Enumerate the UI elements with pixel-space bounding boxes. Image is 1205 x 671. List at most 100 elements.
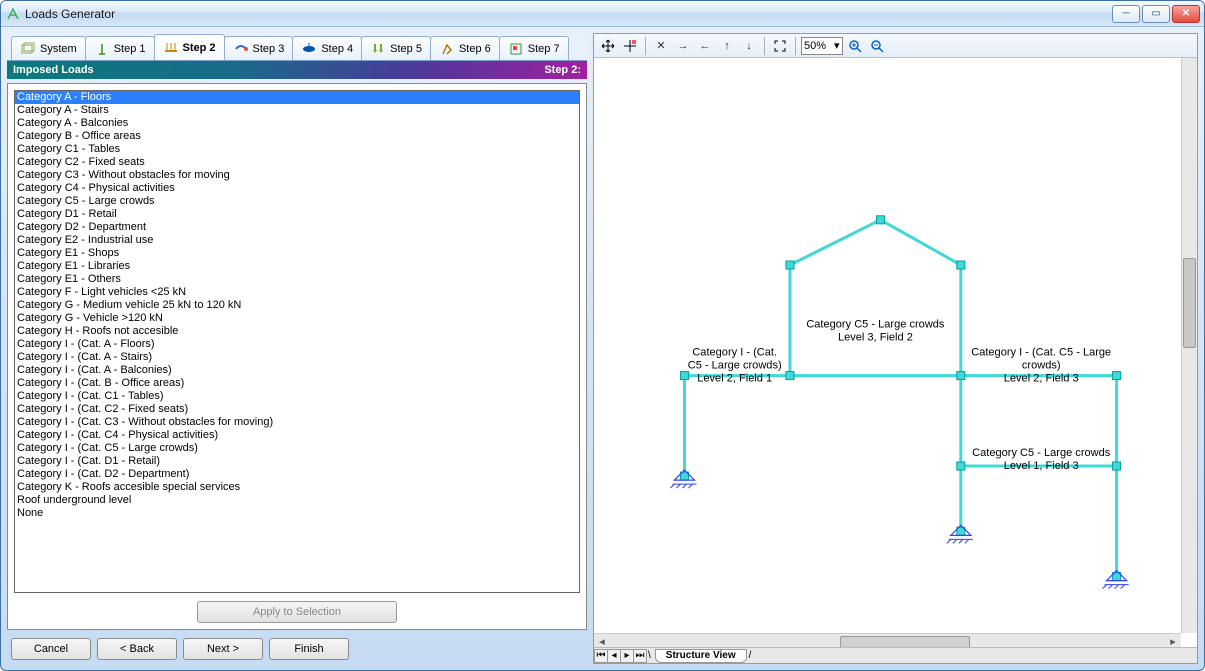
tab-system[interactable]: System [11, 36, 86, 60]
step1-icon [94, 41, 110, 57]
step7-icon [508, 41, 524, 57]
close-button[interactable]: ✕ [1172, 5, 1200, 23]
finish-button[interactable]: Finish [269, 638, 349, 660]
category-item[interactable]: Category C3 - Without obstacles for movi… [15, 169, 579, 182]
listbox-container: Category A - FloorsCategory A - StairsCa… [7, 83, 587, 630]
category-item[interactable]: Category C1 - Tables [15, 143, 579, 156]
category-item[interactable]: Category A - Stairs [15, 104, 579, 117]
tab-label: Step 6 [459, 43, 491, 55]
category-item[interactable]: Category D1 - Retail [15, 208, 579, 221]
category-item[interactable]: Category I - (Cat. C3 - Without obstacle… [15, 416, 579, 429]
tab-step-6[interactable]: Step 6 [430, 36, 500, 60]
delete-icon[interactable]: ✕ [651, 36, 671, 56]
label-l2f3-line3: Level 2, Field 3 [1004, 373, 1079, 385]
category-item[interactable]: Category G - Medium vehicle 25 kN to 120… [15, 299, 579, 312]
back-label: < Back [120, 643, 154, 655]
category-item[interactable]: Category I - (Cat. A - Floors) [15, 338, 579, 351]
panel-step: Step 2: [544, 64, 581, 76]
system-icon [20, 41, 36, 57]
category-item[interactable]: Roof underground level [15, 494, 579, 507]
category-item[interactable]: Category A - Floors [15, 91, 579, 104]
label-l2f3-line2: crowds) [1022, 360, 1061, 372]
next-label: Next > [207, 643, 239, 655]
sheet-tab-structure-view[interactable]: Structure View [655, 649, 747, 663]
label-l3f2-line2: Level 3, Field 2 [838, 331, 913, 343]
category-item[interactable]: Category E1 - Shops [15, 247, 579, 260]
apply-to-selection-button[interactable]: Apply to Selection [197, 601, 397, 623]
category-item[interactable]: Category I - (Cat. B - Office areas) [15, 377, 579, 390]
zoom-out-icon[interactable] [867, 36, 887, 56]
tab-label: Step 7 [528, 43, 560, 55]
category-item[interactable]: Category E1 - Libraries [15, 260, 579, 273]
category-item[interactable]: Category C5 - Large crowds [15, 195, 579, 208]
vertical-scrollbar[interactable] [1181, 58, 1197, 633]
label-l2f1-line1: Category I - (Cat. [692, 346, 777, 358]
category-listbox[interactable]: Category A - FloorsCategory A - StairsCa… [14, 90, 580, 593]
label-l2f3-line1: Category I - (Cat. C5 - Large [971, 346, 1111, 358]
chevron-down-icon: ▾ [834, 39, 840, 52]
category-item[interactable]: Category E1 - Others [15, 273, 579, 286]
sheet-prev-icon[interactable]: ◂ [607, 649, 621, 663]
tab-step-2[interactable]: Step 2 [154, 34, 225, 60]
tab-label: Step 3 [253, 43, 285, 55]
label-l2f1-line2: C5 - Large crowds) [688, 360, 782, 372]
category-item[interactable]: Category I - (Cat. C1 - Tables) [15, 390, 579, 403]
category-item[interactable]: Category I - (Cat. D1 - Retail) [15, 455, 579, 468]
category-item[interactable]: Category I - (Cat. C4 - Physical activit… [15, 429, 579, 442]
arrow-left-icon[interactable]: ← [695, 36, 715, 56]
tab-step-3[interactable]: Step 3 [224, 36, 294, 60]
scrollbar-thumb[interactable] [840, 636, 970, 648]
viewer-toolbar: ✕ → ← ↑ ↓ 50% ▾ [594, 34, 1197, 58]
titlebar: Loads Generator ─ ▭ ✕ [1, 1, 1204, 27]
category-item[interactable]: Category I - (Cat. D2 - Department) [15, 468, 579, 481]
tab-step-4[interactable]: Step 4 [292, 36, 362, 60]
pan-icon[interactable] [598, 36, 618, 56]
category-item[interactable]: Category K - Roofs accesible special ser… [15, 481, 579, 494]
category-item[interactable]: Category A - Balconies [15, 117, 579, 130]
app-window: Loads Generator ─ ▭ ✕ System Step 1 Step [0, 0, 1205, 671]
minimize-button[interactable]: ─ [1112, 5, 1140, 23]
structure-view-panel: ✕ → ← ↑ ↓ 50% ▾ [593, 33, 1198, 664]
sheet-nav: ⏮ ◂ ▸ ⏭ [594, 649, 646, 663]
pan-origin-icon[interactable] [620, 36, 640, 56]
wizard-buttons: Cancel < Back Next > Finish [7, 630, 587, 664]
tab-step-1[interactable]: Step 1 [85, 36, 155, 60]
maximize-button[interactable]: ▭ [1142, 5, 1170, 23]
step6-icon [439, 41, 455, 57]
category-item[interactable]: Category I - (Cat. A - Stairs) [15, 351, 579, 364]
category-item[interactable]: None [15, 507, 579, 520]
fit-icon[interactable] [770, 36, 790, 56]
tab-step-7[interactable]: Step 7 [499, 36, 569, 60]
cancel-button[interactable]: Cancel [11, 638, 91, 660]
sheet-last-icon[interactable]: ⏭ [633, 649, 647, 663]
sheet-next-icon[interactable]: ▸ [620, 649, 634, 663]
arrow-down-icon[interactable]: ↓ [739, 36, 759, 56]
category-item[interactable]: Category B - Office areas [15, 130, 579, 143]
tab-label: Step 4 [321, 43, 353, 55]
category-item[interactable]: Category C4 - Physical activities [15, 182, 579, 195]
category-item[interactable]: Category I - (Cat. C5 - Large crowds) [15, 442, 579, 455]
apply-label: Apply to Selection [253, 606, 341, 618]
category-item[interactable]: Category E2 - Industrial use [15, 234, 579, 247]
category-item[interactable]: Category I - (Cat. A - Balconies) [15, 364, 579, 377]
back-button[interactable]: < Back [97, 638, 177, 660]
category-item[interactable]: Category G - Vehicle >120 kN [15, 312, 579, 325]
structure-canvas[interactable]: Category C5 - Large crowds Level 3, Fiel… [594, 58, 1197, 663]
arrow-right-icon[interactable]: → [673, 36, 693, 56]
zoom-value: 50% [804, 40, 826, 52]
category-item[interactable]: Category D2 - Department [15, 221, 579, 234]
zoom-in-icon[interactable] [845, 36, 865, 56]
category-item[interactable]: Category I - (Cat. C2 - Fixed seats) [15, 403, 579, 416]
label-l2f1-line3: Level 2, Field 1 [697, 373, 772, 385]
next-button[interactable]: Next > [183, 638, 263, 660]
scrollbar-thumb[interactable] [1183, 258, 1196, 348]
app-icon [5, 6, 21, 22]
category-item[interactable]: Category C2 - Fixed seats [15, 156, 579, 169]
zoom-select[interactable]: 50% ▾ [801, 37, 843, 55]
sheet-first-icon[interactable]: ⏮ [594, 649, 608, 663]
category-item[interactable]: Category F - Light vehicles <25 kN [15, 286, 579, 299]
finish-label: Finish [294, 643, 323, 655]
tab-step-5[interactable]: Step 5 [361, 36, 431, 60]
arrow-up-icon[interactable]: ↑ [717, 36, 737, 56]
category-item[interactable]: Category H - Roofs not accesible [15, 325, 579, 338]
